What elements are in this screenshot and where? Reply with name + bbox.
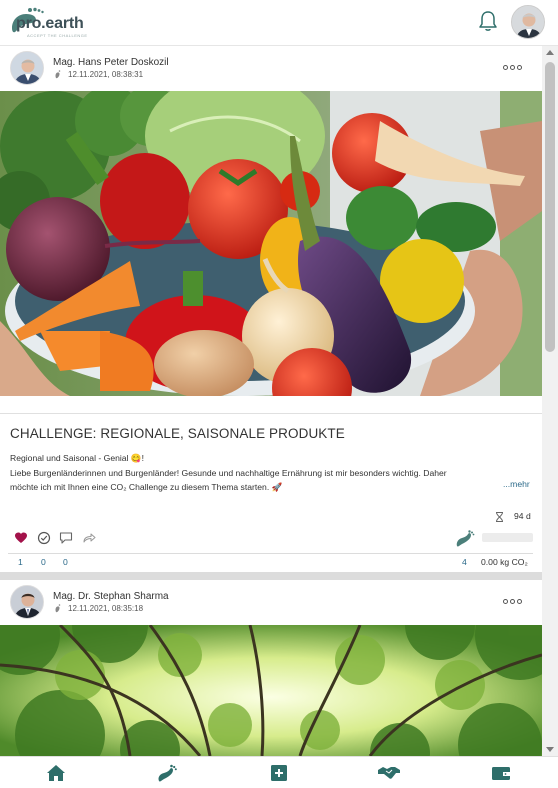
heart-icon[interactable] bbox=[14, 531, 28, 545]
post-text-line: möchte ich mit Ihnen eine CO₂ Challenge … bbox=[10, 482, 283, 492]
post-text-line: Regional und Saisonal - Genial 😋! bbox=[10, 453, 144, 463]
bottom-navigation bbox=[0, 756, 558, 788]
challenge-title[interactable]: CHALLENGE: REGIONALE, SAISONALE PRODUKTE bbox=[10, 426, 345, 441]
participation-bar bbox=[482, 533, 533, 542]
post-header: Mag. Dr. Stephan Sharma 12.11.2021, 08:3… bbox=[0, 580, 542, 625]
scrollbar[interactable] bbox=[542, 46, 558, 756]
hourglass-icon bbox=[496, 512, 503, 522]
handshake-icon[interactable] bbox=[378, 764, 400, 782]
more-options-icon[interactable] bbox=[503, 598, 523, 606]
author-name[interactable]: Mag. Hans Peter Doskozil bbox=[53, 57, 169, 68]
post-date: 12.11.2021, 08:35:18 bbox=[68, 604, 144, 613]
check-count[interactable]: 0 bbox=[41, 557, 46, 567]
bell-icon[interactable] bbox=[478, 10, 498, 32]
footprint-icon[interactable] bbox=[455, 530, 475, 548]
post-card: Mag. Hans Peter Doskozil 12.11.2021, 08:… bbox=[0, 46, 542, 572]
comment-count[interactable]: 0 bbox=[63, 557, 68, 567]
divider bbox=[8, 553, 533, 554]
wallet-icon[interactable] bbox=[490, 764, 512, 782]
scrollbar-thumb[interactable] bbox=[545, 62, 555, 352]
post-image-vegetables[interactable] bbox=[0, 91, 542, 396]
scroll-up-arrow-icon[interactable] bbox=[546, 50, 554, 55]
check-circle-icon[interactable] bbox=[37, 531, 51, 545]
footprint-icon[interactable] bbox=[156, 764, 178, 782]
days-remaining: 94 d bbox=[514, 511, 531, 521]
user-avatar[interactable] bbox=[511, 5, 545, 39]
more-options-icon[interactable] bbox=[503, 64, 523, 72]
divider bbox=[0, 413, 542, 414]
logo-tagline: ACCEPT THE CHALLENGE bbox=[27, 33, 88, 38]
author-avatar[interactable] bbox=[10, 585, 44, 619]
share-icon[interactable] bbox=[82, 531, 96, 545]
read-more-link[interactable]: ...mehr bbox=[503, 479, 530, 489]
logo-text: pro.earth bbox=[16, 15, 84, 32]
post-feed[interactable]: Mag. Hans Peter Doskozil 12.11.2021, 08:… bbox=[0, 46, 542, 756]
home-icon[interactable] bbox=[45, 764, 67, 782]
top-bar: pro.earth ACCEPT THE CHALLENGE bbox=[0, 0, 558, 46]
post-date: 12.11.2021, 08:38:31 bbox=[68, 70, 144, 79]
post-card: Mag. Dr. Stephan Sharma 12.11.2021, 08:3… bbox=[0, 580, 542, 756]
footprint-small-icon bbox=[55, 604, 61, 613]
post-text-line: Liebe Burgenländerinnen und Burgenländer… bbox=[10, 467, 447, 478]
co2-saved: 0.00 kg CO₂ bbox=[481, 557, 528, 567]
comment-icon[interactable] bbox=[59, 531, 73, 545]
participant-count[interactable]: 4 bbox=[462, 557, 467, 567]
footprint-small-icon bbox=[55, 70, 61, 79]
post-image-forest[interactable] bbox=[0, 625, 542, 756]
like-count[interactable]: 1 bbox=[18, 557, 23, 567]
scroll-down-arrow-icon[interactable] bbox=[546, 747, 554, 752]
plus-square-icon[interactable] bbox=[268, 764, 290, 782]
post-header: Mag. Hans Peter Doskozil 12.11.2021, 08:… bbox=[0, 46, 542, 91]
author-avatar[interactable] bbox=[10, 51, 44, 85]
author-name[interactable]: Mag. Dr. Stephan Sharma bbox=[53, 591, 169, 602]
post-text: Regional und Saisonal - Genial 😋! Liebe … bbox=[10, 451, 532, 495]
